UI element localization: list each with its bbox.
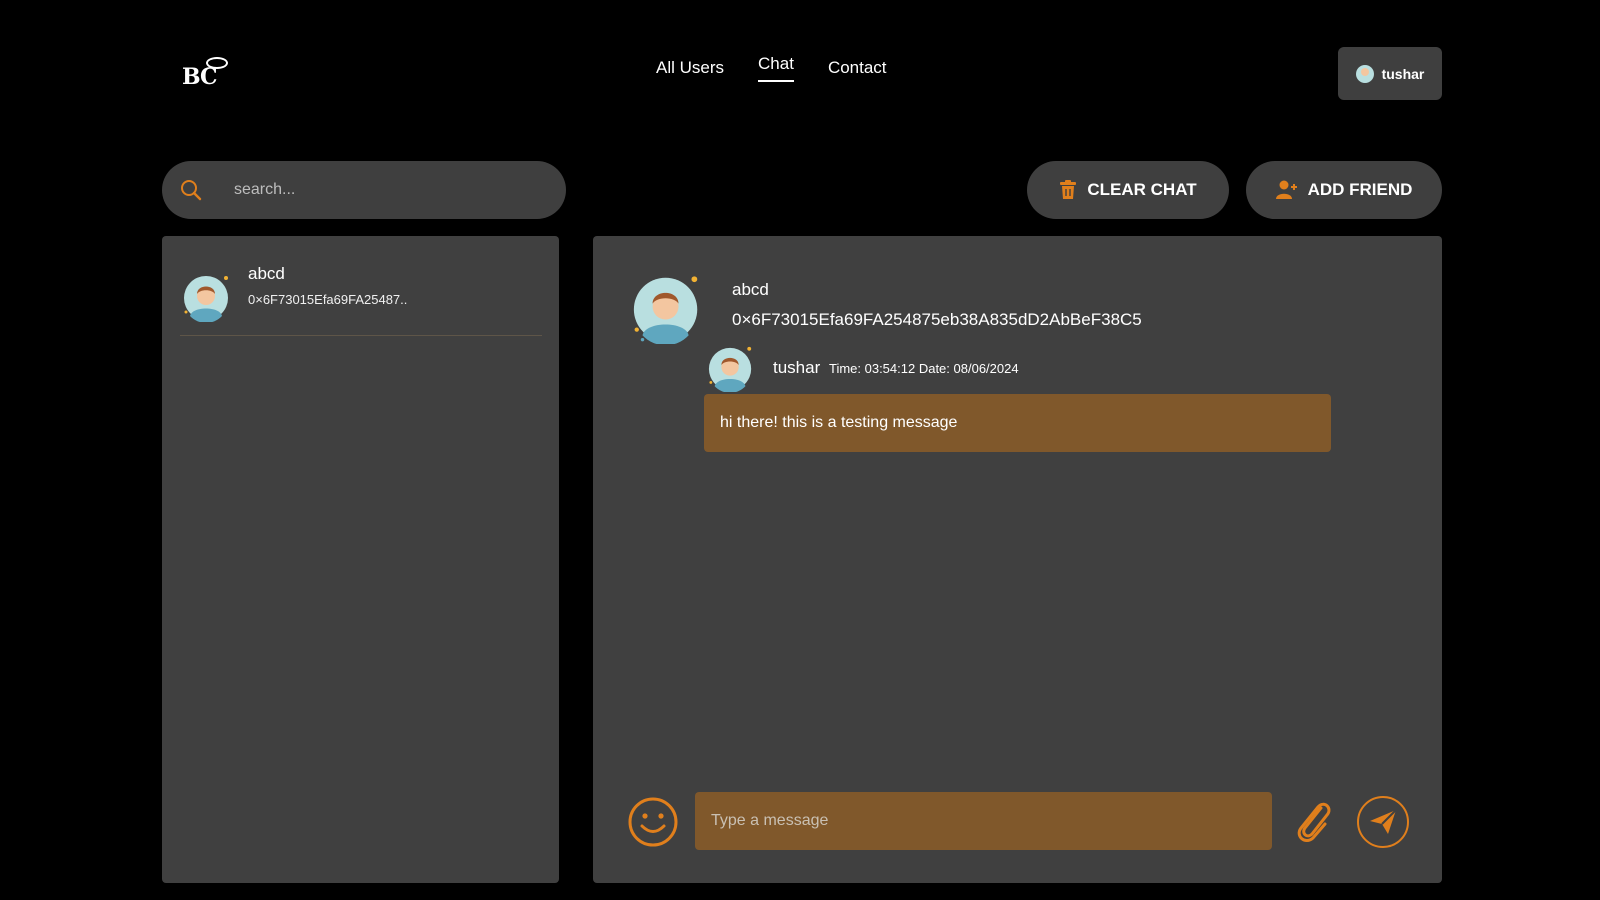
paperclip-icon[interactable] (1291, 798, 1335, 846)
search-icon (181, 180, 202, 201)
search-input[interactable] (232, 180, 532, 200)
search-bar (162, 161, 566, 219)
message-text: hi there! this is a testing message (720, 414, 958, 431)
add-friend-button[interactable]: ADD FRIEND (1246, 161, 1442, 219)
clear-chat-button[interactable]: CLEAR CHAT (1027, 161, 1229, 219)
friend-avatar-icon (633, 276, 698, 344)
sender-avatar-icon (708, 346, 752, 392)
message-bubble: hi there! this is a testing message (704, 394, 1331, 452)
message-input-wrapper (695, 792, 1272, 850)
main-nav: All Users Chat Contact (656, 54, 887, 84)
trash-icon (1060, 180, 1077, 199)
emoji-icon[interactable] (627, 796, 679, 848)
user-avatar-icon (1355, 64, 1374, 83)
user-profile-button[interactable]: tushar (1338, 47, 1442, 100)
contact-avatar-icon (184, 276, 228, 322)
nav-contact[interactable]: Contact (828, 58, 887, 84)
message-timestamp: Time: 03:54:12 Date: 08/06/2024 (828, 361, 1019, 376)
user-name: tushar (1381, 65, 1425, 82)
logo[interactable]: BC (178, 54, 230, 94)
add-user-icon (1275, 180, 1297, 199)
send-button[interactable] (1357, 796, 1409, 848)
message-header: tushar Time: 03:54:12 Date: 08/06/2024 (773, 358, 1019, 378)
clear-chat-label: CLEAR CHAT (1087, 180, 1197, 199)
nav-chat[interactable]: Chat (758, 54, 794, 82)
message-sender: tushar (773, 358, 821, 377)
chat-friend-name: abcd (732, 280, 769, 299)
contacts-panel: abcd 0×6F73015Efa69FA25487.. (162, 236, 559, 883)
contact-list-item[interactable]: abcd 0×6F73015Efa69FA25487.. (180, 254, 542, 336)
speech-bubble-icon (206, 57, 228, 69)
send-icon (1370, 809, 1397, 834)
message-input[interactable] (695, 792, 1272, 850)
contact-name: abcd (248, 264, 285, 283)
nav-all-users[interactable]: All Users (656, 58, 724, 84)
chat-panel: abcd 0×6F73015Efa69FA254875eb38A835dD2Ab… (593, 236, 1442, 883)
contact-address: 0×6F73015Efa69FA25487.. (248, 292, 408, 307)
chat-friend-address: 0×6F73015Efa69FA254875eb38A835dD2AbBeF38… (732, 310, 1142, 329)
add-friend-label: ADD FRIEND (1307, 180, 1413, 199)
